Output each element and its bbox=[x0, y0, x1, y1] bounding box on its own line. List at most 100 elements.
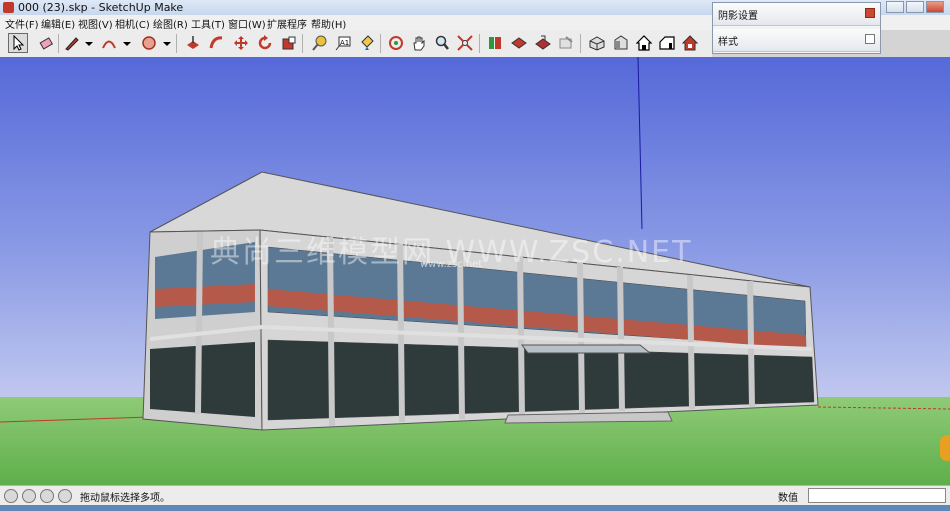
arc-tool-button[interactable] bbox=[99, 33, 119, 53]
svg-text:A1: A1 bbox=[340, 39, 349, 47]
expand-icon[interactable] bbox=[865, 34, 875, 44]
user-icon[interactable] bbox=[40, 489, 54, 503]
minimize-button[interactable] bbox=[886, 1, 904, 13]
toolbar-separator bbox=[176, 34, 177, 53]
shape-tool-button[interactable] bbox=[139, 33, 159, 53]
arc-icon bbox=[102, 40, 116, 49]
select-tool-button[interactable] bbox=[8, 33, 28, 53]
top-view-icon bbox=[614, 35, 628, 50]
menu-window[interactable]: 窗口(W) bbox=[226, 16, 268, 31]
close-icon[interactable] bbox=[865, 8, 875, 18]
tray-panel-label: 样式 bbox=[718, 37, 738, 48]
pan-tool-button[interactable] bbox=[409, 33, 429, 53]
watermark-subtext: www.zsc.net bbox=[420, 259, 483, 270]
tray-panel-styles[interactable]: 样式 bbox=[713, 29, 880, 52]
tray-panel-label: 阴影设置 bbox=[718, 11, 758, 22]
close-button[interactable] bbox=[926, 1, 944, 13]
back-view-icon bbox=[682, 35, 698, 51]
restore-button[interactable] bbox=[906, 1, 924, 13]
layout-send-icon bbox=[559, 36, 573, 49]
menu-view[interactable]: 视图(V) bbox=[76, 16, 115, 31]
shape-circle-icon bbox=[142, 36, 156, 50]
shape-tool-dropdown[interactable] bbox=[160, 33, 172, 53]
line-tool-button[interactable] bbox=[62, 33, 82, 53]
tape-measure-icon bbox=[312, 35, 327, 51]
menu-extensions[interactable]: 扩展程序 bbox=[265, 16, 309, 31]
tape-measure-tool-button[interactable] bbox=[309, 33, 329, 53]
iso-view-button[interactable] bbox=[587, 33, 607, 53]
red-axis-dashed bbox=[817, 406, 950, 410]
toolbar-separator bbox=[479, 34, 480, 53]
toolbar-separator bbox=[58, 34, 59, 53]
right-view-icon bbox=[659, 36, 675, 50]
line-tool-dropdown[interactable] bbox=[82, 33, 94, 53]
credits-icon[interactable] bbox=[22, 489, 36, 503]
back-view-button[interactable] bbox=[680, 33, 700, 53]
side-handle[interactable] bbox=[940, 435, 950, 461]
menu-draw[interactable]: 绘图(R) bbox=[151, 16, 190, 31]
red-axis-line bbox=[0, 416, 151, 423]
pan-hand-icon bbox=[413, 36, 425, 51]
follow-me-icon bbox=[209, 36, 223, 49]
push-pull-icon bbox=[187, 36, 199, 49]
os-taskbar bbox=[0, 505, 950, 511]
entrance-canopy bbox=[521, 344, 652, 354]
3d-warehouse-button[interactable] bbox=[485, 33, 505, 53]
share-model-icon bbox=[535, 35, 551, 50]
move-icon bbox=[234, 36, 248, 50]
push-pull-tool-button[interactable] bbox=[183, 33, 203, 53]
select-arrow-icon bbox=[13, 35, 25, 51]
menu-edit[interactable]: 编辑(E) bbox=[39, 16, 77, 31]
status-hint-text: 拖动鼠标选择多项。 bbox=[80, 493, 170, 504]
building-model bbox=[0, 57, 950, 431]
send-to-layout-button[interactable] bbox=[556, 33, 576, 53]
dropdown-arrow-icon bbox=[123, 42, 131, 46]
tray-panel-shadows[interactable]: 阴影设置 bbox=[713, 3, 880, 26]
follow-me-tool-button[interactable] bbox=[207, 33, 227, 53]
left-ground-glazing bbox=[150, 342, 255, 417]
iso-view-icon bbox=[589, 36, 605, 51]
sketchup-app-icon bbox=[3, 2, 14, 13]
scale-icon bbox=[282, 36, 296, 50]
eraser-tool-button[interactable] bbox=[36, 33, 56, 53]
dropdown-arrow-icon bbox=[85, 42, 93, 46]
move-tool-button[interactable] bbox=[231, 33, 251, 53]
geolocation-icon[interactable] bbox=[4, 489, 18, 503]
menu-camera[interactable]: 相机(C) bbox=[113, 16, 152, 31]
model-viewport[interactable]: 典尚三维模型网 WWW.ZSC.NET www.zsc.net bbox=[0, 57, 950, 485]
help-icon[interactable] bbox=[58, 489, 72, 503]
share-model-button[interactable] bbox=[533, 33, 553, 53]
eraser-icon bbox=[39, 37, 54, 50]
zoom-icon bbox=[435, 35, 449, 50]
status-bar: 拖动鼠标选择多项。 数值 bbox=[0, 485, 950, 506]
measurements-label: 数值 bbox=[778, 493, 798, 504]
menu-help[interactable]: 帮助(H) bbox=[309, 16, 348, 31]
paint-bucket-tool-button[interactable] bbox=[357, 33, 377, 53]
orbit-icon bbox=[389, 36, 403, 50]
menu-file[interactable]: 文件(F) bbox=[3, 16, 41, 31]
top-view-button[interactable] bbox=[611, 33, 631, 53]
zoom-tool-button[interactable] bbox=[432, 33, 452, 53]
text-tool-button[interactable]: A1 bbox=[333, 33, 353, 53]
arc-tool-dropdown[interactable] bbox=[120, 33, 132, 53]
extension-warehouse-icon bbox=[511, 37, 527, 49]
orbit-tool-button[interactable] bbox=[386, 33, 406, 53]
window-title: 000 (23).skp - SketchUp Make bbox=[18, 1, 184, 14]
rotate-tool-button[interactable] bbox=[255, 33, 275, 53]
dropdown-arrow-icon bbox=[163, 42, 171, 46]
right-view-button[interactable] bbox=[657, 33, 677, 53]
main-toolbar: A1 bbox=[0, 30, 712, 58]
measurements-input[interactable] bbox=[808, 488, 946, 503]
3d-warehouse-icon bbox=[489, 37, 501, 49]
pencil-line-icon bbox=[65, 37, 79, 51]
zoom-extents-tool-button[interactable] bbox=[455, 33, 475, 53]
extension-warehouse-button[interactable] bbox=[509, 33, 529, 53]
front-view-button[interactable] bbox=[634, 33, 654, 53]
menu-tools[interactable]: 工具(T) bbox=[189, 16, 227, 31]
text-label-icon: A1 bbox=[335, 36, 351, 51]
toolbar-separator bbox=[580, 34, 581, 53]
zoom-extents-icon bbox=[457, 35, 473, 51]
rotate-icon bbox=[258, 35, 272, 50]
toolbar-separator bbox=[380, 34, 381, 53]
scale-tool-button[interactable] bbox=[279, 33, 299, 53]
